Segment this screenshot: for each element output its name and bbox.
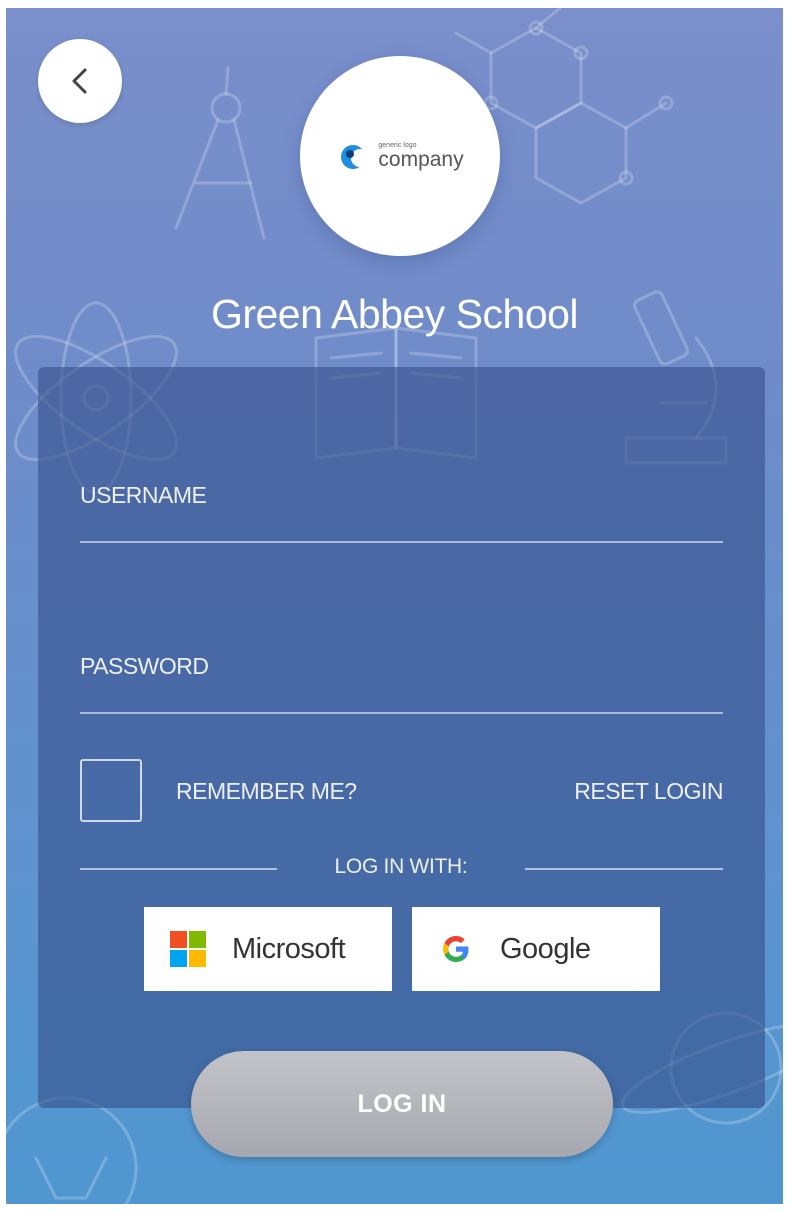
divider-right [525,868,723,870]
company-logo: generic logo company [300,56,500,256]
microsoft-login-button[interactable]: Microsoft [144,907,392,991]
login-with-label: LOG IN WITH: [334,855,468,878]
google-login-button[interactable]: Google [412,907,660,991]
remember-me-checkbox[interactable] [80,759,142,822]
password-input[interactable] [80,680,723,714]
back-button[interactable] [38,39,122,123]
microsoft-label: Microsoft [232,932,346,965]
logo-swirl-icon [341,145,370,169]
microsoft-icon [170,931,206,967]
login-card: USERNAME PASSWORD REMEMBER ME? RESET LOG… [38,367,765,1108]
logo-company-text: company [378,148,464,171]
logo-mark: generic logo company [336,141,464,171]
remember-me-label[interactable]: REMEMBER ME? [176,778,357,805]
compass-doodle [174,66,266,240]
username-field: USERNAME [80,482,723,543]
divider-left [80,868,277,870]
school-title: Green Abbey School [210,291,579,337]
username-input[interactable] [80,509,723,543]
flask-doodle [6,1096,138,1204]
login-button[interactable]: LOG IN [191,1051,613,1157]
password-field: PASSWORD [80,653,723,714]
username-label: USERNAME [80,482,207,508]
reset-login-link[interactable]: RESET LOGIN [574,778,723,805]
google-icon [438,931,474,967]
google-label: Google [500,932,591,965]
password-label: PASSWORD [80,653,209,679]
login-screen: generic logo company Green Abbey School … [6,8,783,1204]
chevron-left-icon [72,68,87,94]
